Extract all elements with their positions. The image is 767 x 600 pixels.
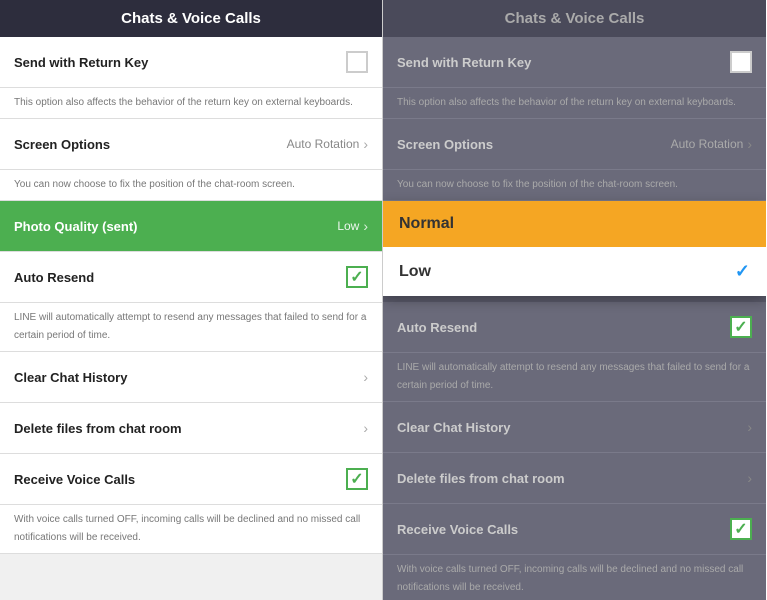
delete-files-chevron: › (363, 420, 368, 436)
left-panel-title: Chats & Voice Calls (121, 10, 261, 27)
right-send-return-key-desc-item: This option also affects the behavior of… (383, 88, 766, 119)
right-receive-voice-calls-title: Receive Voice Calls (397, 522, 518, 537)
dropdown-low-checkmark: ✓ (735, 261, 750, 282)
left-panel-header: Chats & Voice Calls (0, 0, 382, 37)
screen-options-description: You can now choose to fix the position o… (14, 179, 295, 190)
screen-options-desc-item: You can now choose to fix the position o… (0, 170, 382, 201)
right-photo-quality-item[interactable]: Photo Quality (sent) Low › Normal Low ✓ (383, 201, 766, 252)
right-screen-options-item[interactable]: Screen Options Auto Rotation › (383, 119, 766, 170)
auto-resend-title: Auto Resend (14, 270, 94, 285)
clear-chat-history-item[interactable]: Clear Chat History › (0, 352, 382, 403)
left-panel: Chats & Voice Calls Send with Return Key… (0, 0, 383, 600)
right-screen-options-chevron: › (747, 136, 752, 152)
right-clear-chat-history-item[interactable]: Clear Chat History › (383, 402, 766, 453)
right-send-return-key-description: This option also affects the behavior of… (397, 97, 736, 108)
left-settings-list: Send with Return Key This option also af… (0, 37, 382, 600)
auto-resend-item: Auto Resend (0, 252, 382, 303)
delete-files-item[interactable]: Delete files from chat room › (0, 403, 382, 454)
send-return-key-item: Send with Return Key (0, 37, 382, 88)
right-delete-files-chevron: › (747, 470, 752, 486)
screen-options-title: Screen Options (14, 137, 110, 152)
right-panel-title: Chats & Voice Calls (505, 10, 645, 27)
receive-voice-calls-description: With voice calls turned OFF, incoming ca… (14, 514, 360, 543)
right-auto-resend-item: Auto Resend (383, 302, 766, 353)
dropdown-low-label: Low (399, 263, 431, 281)
right-panel: Chats & Voice Calls Send with Return Key… (383, 0, 766, 600)
dropdown-normal-label: Normal (399, 215, 454, 233)
right-send-return-key-item: Send with Return Key (383, 37, 766, 88)
auto-resend-checkbox[interactable] (346, 266, 368, 288)
send-return-key-desc-item: This option also affects the behavior of… (0, 88, 382, 119)
send-return-key-title: Send with Return Key (14, 55, 148, 70)
right-auto-resend-description: LINE will automatically attempt to resen… (397, 362, 749, 391)
photo-quality-chevron: › (363, 218, 368, 234)
auto-resend-description: LINE will automatically attempt to resen… (14, 312, 366, 341)
right-send-return-key-checkbox[interactable] (730, 51, 752, 73)
right-delete-files-title: Delete files from chat room (397, 471, 565, 486)
auto-resend-desc-item: LINE will automatically attempt to resen… (0, 303, 382, 352)
send-return-key-description: This option also affects the behavior of… (14, 97, 353, 108)
receive-voice-calls-item: Receive Voice Calls (0, 454, 382, 505)
right-receive-voice-calls-item: Receive Voice Calls (383, 504, 766, 555)
delete-files-title: Delete files from chat room (14, 421, 182, 436)
right-auto-resend-checkbox[interactable] (730, 316, 752, 338)
right-receive-voice-calls-checkbox[interactable] (730, 518, 752, 540)
right-delete-files-item[interactable]: Delete files from chat room › (383, 453, 766, 504)
screen-options-item[interactable]: Screen Options Auto Rotation › (0, 119, 382, 170)
right-screen-options-value: Auto Rotation (671, 137, 744, 151)
photo-quality-value: Low (337, 219, 359, 233)
right-screen-options-title: Screen Options (397, 137, 493, 152)
right-clear-chat-history-title: Clear Chat History (397, 420, 510, 435)
right-settings-list: Send with Return Key This option also af… (383, 37, 766, 600)
photo-quality-title: Photo Quality (sent) (14, 219, 138, 234)
right-screen-options-description: You can now choose to fix the position o… (397, 179, 678, 190)
clear-chat-history-title: Clear Chat History (14, 370, 127, 385)
right-auto-resend-title: Auto Resend (397, 320, 477, 335)
receive-voice-calls-desc-item: With voice calls turned OFF, incoming ca… (0, 505, 382, 554)
right-auto-resend-desc-item: LINE will automatically attempt to resen… (383, 353, 766, 402)
right-receive-voice-calls-desc-item: With voice calls turned OFF, incoming ca… (383, 555, 766, 600)
photo-quality-item[interactable]: Photo Quality (sent) Low › (0, 201, 382, 252)
right-send-return-key-title: Send with Return Key (397, 55, 531, 70)
right-receive-voice-calls-description: With voice calls turned OFF, incoming ca… (397, 564, 743, 593)
receive-voice-calls-title: Receive Voice Calls (14, 472, 135, 487)
screen-options-chevron: › (363, 136, 368, 152)
send-return-key-checkbox[interactable] (346, 51, 368, 73)
clear-chat-history-chevron: › (363, 369, 368, 385)
right-panel-header: Chats & Voice Calls (383, 0, 766, 37)
dropdown-normal-option[interactable]: Normal (383, 201, 766, 247)
receive-voice-calls-checkbox[interactable] (346, 468, 368, 490)
right-clear-chat-history-chevron: › (747, 419, 752, 435)
photo-quality-dropdown: Normal Low ✓ (383, 201, 766, 296)
dropdown-low-option[interactable]: Low ✓ (383, 247, 766, 296)
screen-options-value: Auto Rotation (287, 137, 360, 151)
right-screen-options-desc-item: You can now choose to fix the position o… (383, 170, 766, 201)
